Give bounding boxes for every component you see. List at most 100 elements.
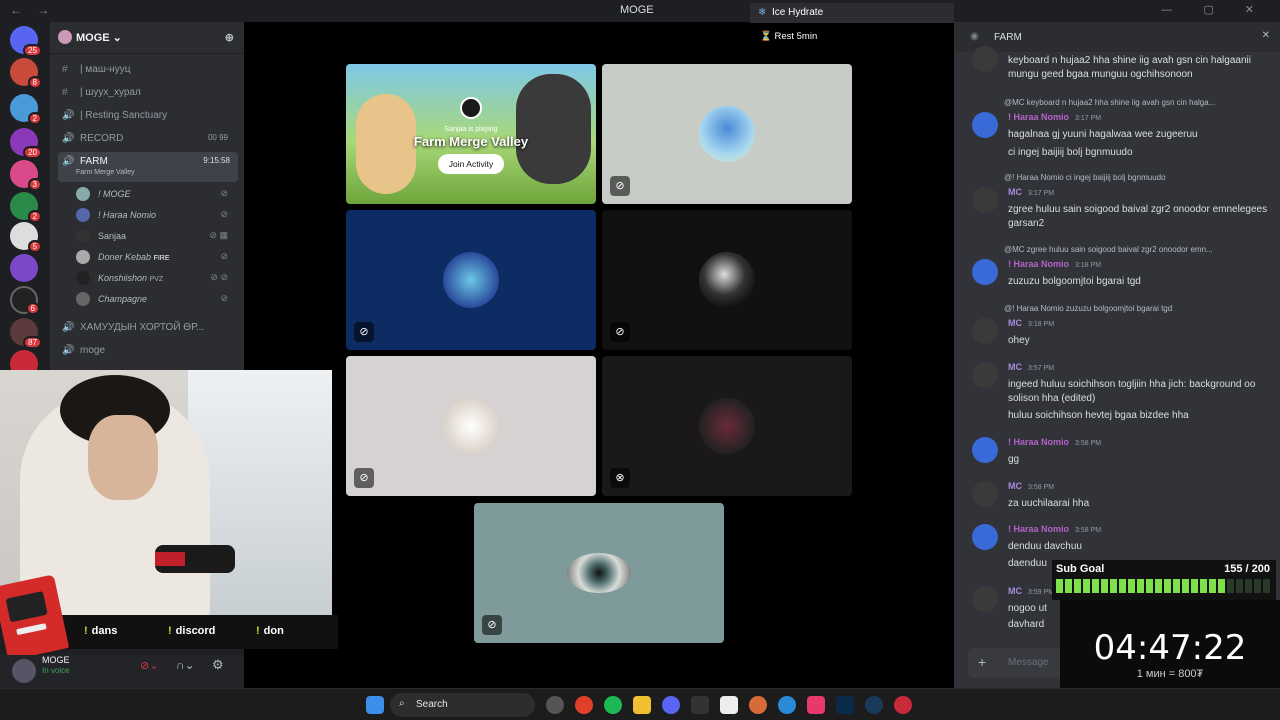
channel-khamuudyn[interactable]: 🔊 ХАМУУДЫН ХОРТОЙ ӨР...: [58, 318, 238, 338]
participant-tile[interactable]: ⊘: [346, 356, 596, 496]
speaker-icon: 🔊: [62, 345, 75, 356]
mic-muted-icon: ⊘: [220, 293, 228, 303]
participant-tile[interactable]: ⊘: [602, 64, 852, 204]
home-icon[interactable]: 25: [10, 26, 42, 57]
author-name[interactable]: ! Haraa Nomio: [1008, 524, 1069, 534]
discord-icon[interactable]: [662, 696, 680, 714]
server-icon[interactable]: 20: [10, 128, 42, 159]
taskbar-search[interactable]: ⌕ Search: [390, 693, 535, 717]
server-icon[interactable]: [10, 254, 38, 282]
avatar: [972, 112, 998, 138]
guild-header[interactable]: MOGE ⌄ ⊕: [50, 22, 244, 54]
chat-channel-name: FARM: [994, 32, 1022, 43]
command-discord: ! discord: [168, 625, 216, 637]
app-icon[interactable]: [546, 696, 564, 714]
command-don: ! don: [256, 625, 284, 637]
message-text: gg: [1008, 454, 1020, 465]
author-name[interactable]: MC: [1008, 318, 1022, 328]
avatar: [972, 46, 998, 72]
spotify-icon[interactable]: [604, 696, 622, 714]
voice-user[interactable]: Sanjaa ⊘ ▦: [76, 227, 236, 247]
author-name[interactable]: MC: [1008, 187, 1022, 197]
steam-icon[interactable]: [865, 696, 883, 714]
plus-icon[interactable]: +: [978, 654, 986, 670]
author-name[interactable]: ! Haraa Nomio: [1008, 259, 1069, 269]
photoshop-icon[interactable]: [836, 696, 854, 714]
progress-segment: [1146, 579, 1153, 593]
mic-muted-icon[interactable]: ⊘⌄: [140, 659, 158, 672]
chrome-icon[interactable]: [575, 696, 593, 714]
channel-label: RECORD: [80, 133, 124, 144]
server-icon[interactable]: 2: [10, 192, 42, 223]
capcut-icon[interactable]: [691, 696, 709, 714]
author-name[interactable]: ! Haraa Nomio: [1008, 437, 1069, 447]
microphone-accent: [155, 552, 185, 566]
voice-user-name: Konshiishon PVZ: [98, 273, 164, 283]
participant-tile[interactable]: ⊗: [602, 356, 852, 496]
channel-moge[interactable]: 🔊 moge: [58, 341, 238, 361]
message-text: denduu davchuu: [1008, 541, 1082, 552]
server-icon[interactable]: 5: [10, 222, 42, 253]
hash-icon: #: [62, 87, 68, 98]
server-icon[interactable]: 87: [10, 318, 42, 349]
badge: 8: [27, 76, 42, 89]
headphones-icon[interactable]: ∩⌄: [176, 658, 195, 672]
voice-user[interactable]: ! MOGE ⊘: [76, 185, 236, 205]
reply-preview[interactable]: @MC zgree huluu sain soigood baival zgr2…: [1004, 245, 1274, 254]
participant-tile[interactable]: ⊘: [346, 210, 596, 350]
guild-name: MOGE ⌄: [76, 32, 122, 44]
progress-segment: [1074, 579, 1081, 593]
channel-label: | Resting Sanctuary: [80, 110, 168, 121]
author-name[interactable]: MC: [1008, 586, 1022, 596]
notion-icon[interactable]: [720, 696, 738, 714]
gear-icon[interactable]: ⚙: [212, 657, 224, 673]
server-icon[interactable]: 8: [10, 58, 42, 89]
channel-mash-nuuts[interactable]: # | маш-нууц: [58, 60, 238, 80]
participant-tile[interactable]: ⊘: [474, 503, 724, 643]
avatar[interactable]: [12, 659, 36, 683]
author-name[interactable]: ! Haraa Nomio: [1008, 112, 1069, 122]
app-icon[interactable]: [778, 696, 796, 714]
window-controls[interactable]: — ▢ ✕: [1161, 3, 1268, 16]
author-name[interactable]: MC: [1008, 481, 1022, 491]
progress-segment: [1083, 579, 1090, 593]
add-member-icon[interactable]: ⊕: [225, 31, 234, 44]
user-status: In voice: [42, 666, 70, 675]
folder-icon[interactable]: [633, 696, 651, 714]
back-forward-icon[interactable]: ← →: [10, 3, 55, 17]
join-activity-button[interactable]: Join Activity: [438, 154, 504, 174]
voice-user[interactable]: Doner Kebab FIRE ⊘: [76, 248, 236, 268]
server-icon[interactable]: 6: [10, 286, 40, 315]
close-icon[interactable]: ✕: [1262, 30, 1270, 41]
server-icon[interactable]: 3: [10, 160, 42, 191]
activity-tile[interactable]: Sanjaa is playing Farm Merge Valley Join…: [346, 64, 596, 204]
reply-preview[interactable]: @! Haraa Nomio zuzuzu bolgoomjtoi bgarai…: [1004, 304, 1274, 313]
reply-preview[interactable]: @! Haraa Nomio ci ingej baijiij bolj bgn…: [1004, 173, 1274, 182]
windows-start-icon[interactable]: [366, 696, 384, 714]
mic-muted-icon: ⊘: [482, 615, 502, 635]
author-name[interactable]: MC: [1008, 362, 1022, 372]
channel-record[interactable]: 🔊 RECORD 00 99: [58, 129, 238, 149]
streamer-face: [88, 415, 158, 500]
server-icon[interactable]: 2: [10, 94, 42, 125]
progress-segment: [1200, 579, 1207, 593]
message-time: 3:59 PM: [1028, 589, 1055, 596]
voice-user[interactable]: Konshiishon PVZ ⊘ ⊘: [76, 269, 236, 289]
voice-user[interactable]: ! Haraa Nomio ⊘: [76, 206, 236, 226]
channel-label: | шуух_хурал: [80, 87, 141, 98]
app-icon[interactable]: [749, 696, 767, 714]
app-icon[interactable]: [894, 696, 912, 714]
rest-reminder: ⏳ Rest 5min: [760, 31, 817, 42]
voice-user[interactable]: Champagne ⊘: [76, 290, 236, 310]
participant-tile[interactable]: ⊘: [602, 210, 852, 350]
badge: 20: [23, 146, 42, 159]
badge: 3: [27, 178, 42, 191]
reply-preview[interactable]: @MC keyboard n hujaa2 hha shine iig avah…: [1004, 98, 1274, 107]
channel-farm[interactable]: 🔊 FARM 9:15:58 Farm Merge Valley: [58, 152, 238, 182]
badge: 87: [23, 336, 42, 349]
music-icon[interactable]: [807, 696, 825, 714]
avatar: [699, 398, 755, 454]
channel-shuukh-khural[interactable]: # | шуух_хурал: [58, 83, 238, 103]
channel-resting-sanctuary[interactable]: 🔊 | Resting Sanctuary: [58, 106, 238, 126]
message-placeholder: Message: [1008, 657, 1049, 668]
